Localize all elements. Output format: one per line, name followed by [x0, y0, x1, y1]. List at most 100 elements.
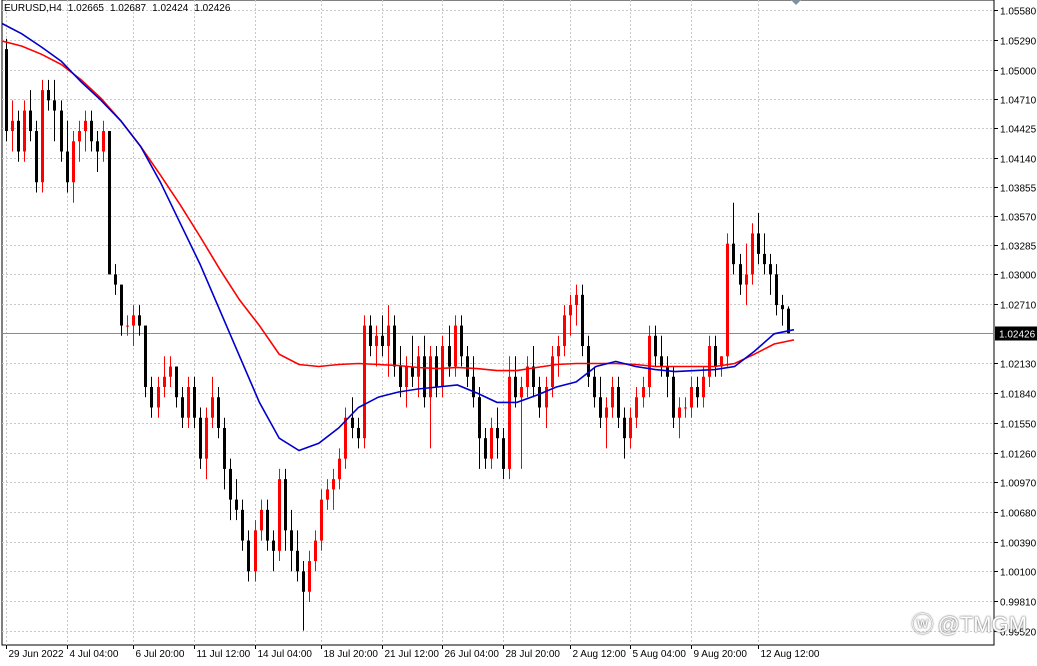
candle-body	[181, 397, 184, 418]
candle-body	[11, 120, 14, 132]
candle-body	[205, 417, 208, 459]
candle-body	[599, 397, 602, 418]
candle-body	[508, 376, 511, 469]
candle-body	[241, 509, 244, 541]
candle-body	[478, 397, 481, 439]
candle-body	[284, 479, 287, 531]
candle-body	[769, 264, 772, 275]
x-tick-label: 9 Aug 20:00	[694, 649, 748, 660]
candle-body	[90, 120, 93, 142]
candle-body	[308, 561, 311, 592]
watermark-text: @TMGM	[937, 612, 1027, 637]
y-tick-label: 1.03285	[1000, 242, 1037, 253]
candle-body	[781, 305, 784, 310]
x-tick-label: 14 Jul 04:00	[258, 649, 313, 660]
x-tick-label: 12 Aug 12:00	[761, 649, 820, 660]
candle-body	[272, 540, 275, 551]
y-tick-label: 1.01840	[1000, 390, 1037, 401]
candle-body	[399, 366, 402, 387]
candle-body	[702, 376, 705, 398]
candle-body	[514, 376, 517, 398]
candle-body	[775, 274, 778, 306]
x-tick-label: 4 Jul 04:00	[70, 649, 119, 660]
candle-body	[423, 356, 426, 398]
candle-body	[108, 131, 111, 275]
candle-body	[66, 151, 69, 183]
candle-body	[429, 356, 432, 398]
candle-body	[557, 346, 560, 357]
symbol-label: EURUSD,H4	[4, 3, 62, 14]
candle-body	[569, 305, 572, 316]
y-tick-label: 1.00970	[1000, 479, 1037, 490]
candle-body	[678, 407, 681, 418]
candle-body	[375, 335, 378, 347]
candle-body	[732, 243, 735, 265]
candle-body	[60, 110, 63, 152]
candle-body	[157, 387, 160, 408]
candle-body	[338, 458, 341, 480]
candle-body	[623, 417, 626, 439]
current-price-label: 1.02426	[999, 330, 1036, 341]
candle-body	[726, 243, 729, 357]
candle-body	[114, 274, 117, 285]
x-tick-label: 21 Jul 12:00	[385, 649, 440, 660]
candle-body	[84, 120, 87, 132]
candle-body	[490, 427, 493, 459]
candle-body	[642, 387, 645, 398]
y-tick-label: 1.00680	[1000, 509, 1037, 520]
candle-body	[175, 366, 178, 398]
candle-body	[199, 417, 202, 459]
candle-body	[672, 376, 675, 418]
candle-body	[150, 387, 153, 408]
candle-body	[17, 120, 20, 152]
candle-body	[357, 427, 360, 439]
open-value: 1.02665	[67, 3, 104, 14]
candle-body	[751, 233, 754, 275]
high-value: 1.02687	[109, 3, 147, 14]
close-value: 1.02426	[194, 3, 231, 14]
candle-body	[763, 253, 766, 265]
candle-body	[605, 407, 608, 418]
x-tick-label: 18 Jul 20:00	[324, 649, 379, 660]
y-tick-label: 1.04140	[1000, 155, 1037, 166]
candle-body	[787, 308, 790, 334]
candle-body	[254, 530, 257, 572]
candle-body	[745, 274, 748, 285]
candle-body	[387, 325, 390, 347]
candle-body	[23, 110, 26, 152]
candle-body	[714, 346, 717, 367]
candle-body	[41, 90, 44, 183]
y-tick-label: 1.01550	[1000, 420, 1037, 431]
candle-body	[211, 397, 214, 418]
y-tick-label: 1.05290	[1000, 37, 1037, 48]
candle-body	[314, 540, 317, 562]
candle-body	[344, 417, 347, 459]
candle-body	[120, 284, 123, 326]
y-tick-label: 1.02710	[1000, 301, 1037, 312]
x-tick-label: 29 Jun 2022	[9, 649, 64, 660]
candle-body	[72, 141, 75, 183]
x-tick-label: 11 Jul 12:00	[197, 649, 251, 660]
candle-body	[278, 479, 281, 551]
candle-body	[629, 417, 632, 439]
y-tick-label: 1.05580	[1000, 7, 1037, 18]
candle-body	[290, 530, 293, 551]
candle-body	[138, 315, 141, 326]
candle-body	[78, 131, 81, 142]
candle-body	[332, 479, 335, 490]
candle-body	[326, 489, 329, 500]
x-tick-label: 2 Aug 12:00	[573, 649, 627, 660]
candle-body	[296, 550, 299, 572]
y-tick-label: 1.00100	[1000, 568, 1037, 579]
candle-body	[144, 325, 147, 387]
x-tick-label: 5 Aug 04:00	[633, 649, 687, 660]
candle-body	[223, 427, 226, 469]
candle-body	[635, 397, 638, 418]
chart-area[interactable]: 1.05580 1.05290 1.05000 1.04710 1.04425 1.041…	[0, 0, 1037, 661]
candle-body	[460, 325, 463, 357]
y-tick-label: 1.05000	[1000, 67, 1037, 78]
candlestick-chart[interactable]: 1.05580 1.05290 1.05000 1.04710 1.04425 1.041…	[0, 0, 1037, 661]
candle-body	[132, 315, 135, 326]
candle-body	[484, 438, 487, 459]
candle-body	[102, 131, 105, 152]
